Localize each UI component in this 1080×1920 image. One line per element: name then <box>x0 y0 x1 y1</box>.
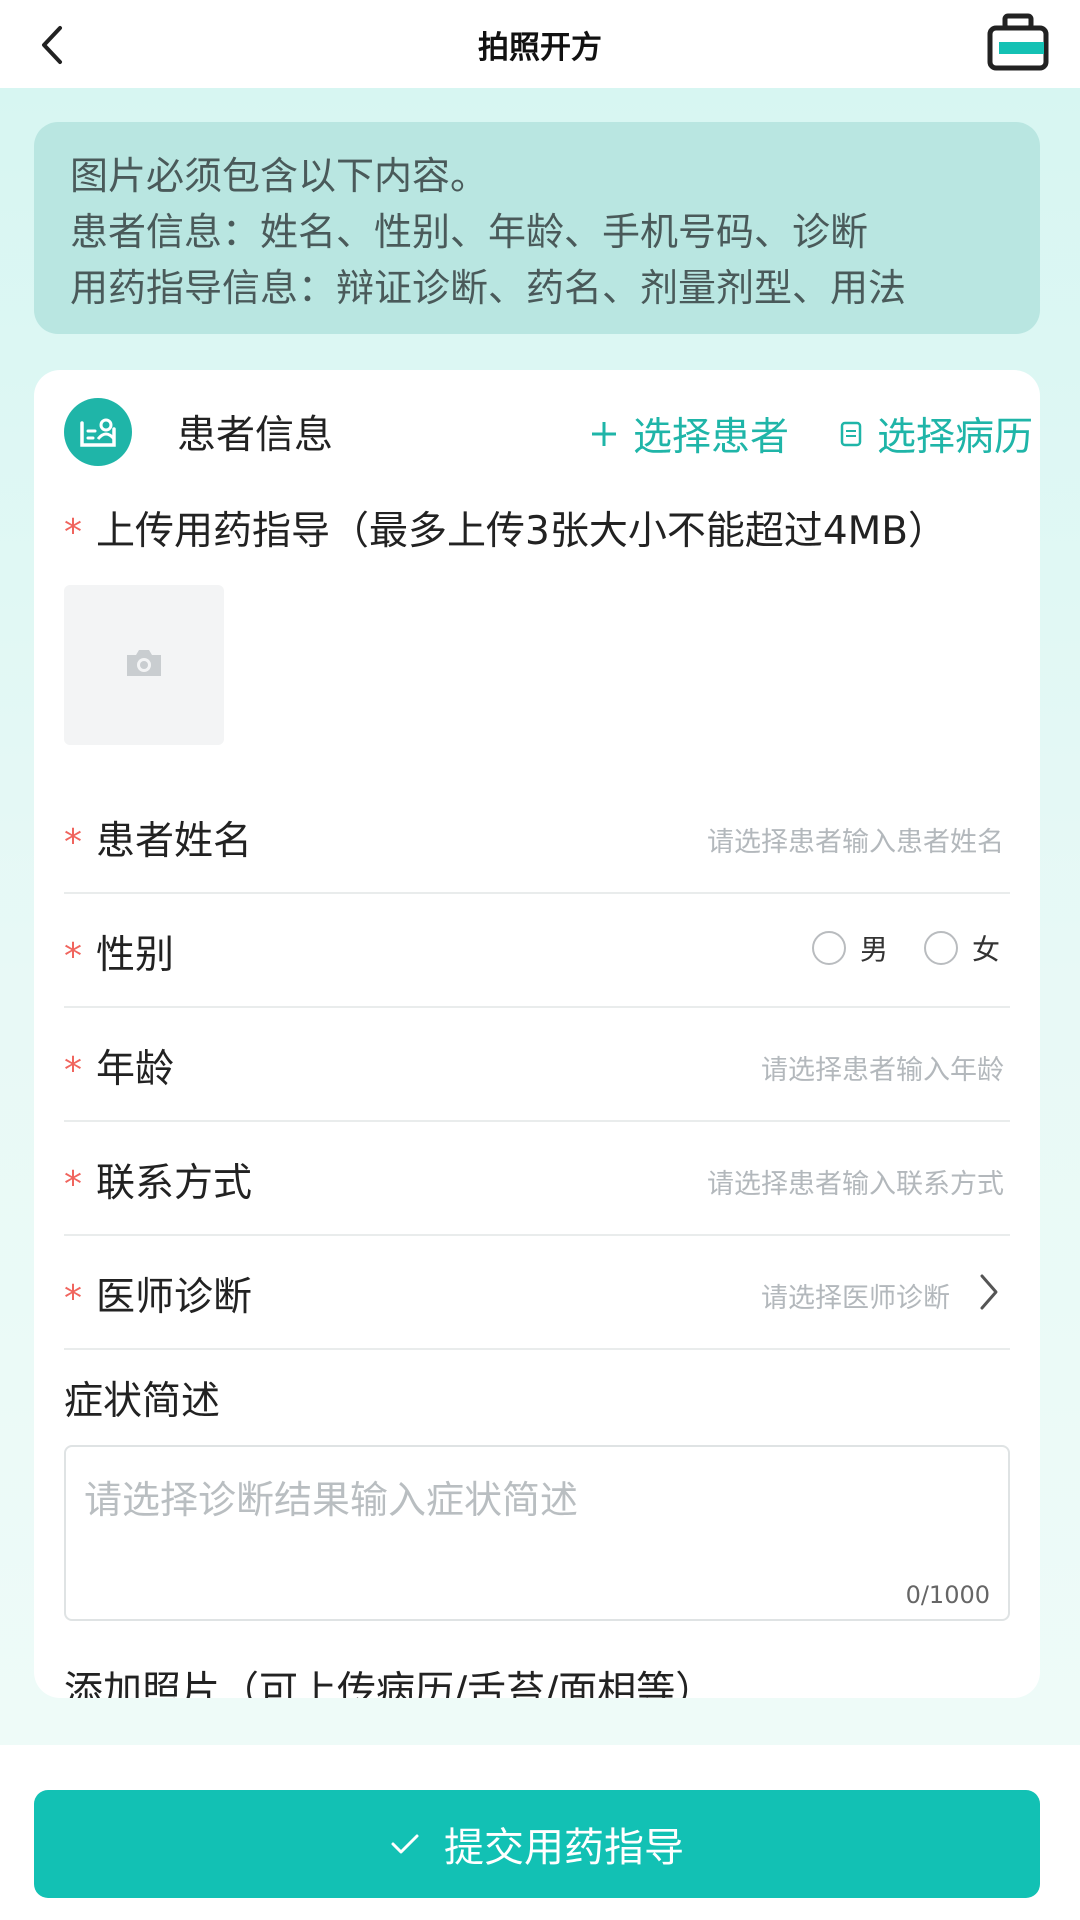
required-star: * <box>64 1278 82 1319</box>
plus-icon <box>589 419 619 449</box>
chevron-right-icon[interactable] <box>976 1272 1002 1316</box>
diagnosis-label: 医师诊断 <box>96 1275 253 1320</box>
contact-input[interactable]: 请选择患者输入联系方式 <box>707 1162 1004 1201</box>
required-star: * <box>64 512 82 553</box>
symptom-textarea[interactable]: 请选择诊断结果输入症状简述 0/1000 <box>64 1445 1010 1621</box>
check-icon <box>390 1832 420 1856</box>
notice-line: 用药指导信息：辩证诊断、药名、剂量剂型、用法 <box>70 266 907 310</box>
requirements-notice: 图片必须包含以下内容。 患者信息：姓名、性别、年龄、手机号码、诊断 用药指导信息… <box>34 122 1040 334</box>
section-title: 患者信息 <box>177 413 334 458</box>
gender-male-label[interactable]: 男 <box>860 928 888 968</box>
char-counter: 0/1000 <box>905 1581 990 1609</box>
patient-form-card: 患者信息 选择患者 选择病历 * 上传用药指导（最多上传3张大小不能超过4MB） … <box>34 370 1040 1698</box>
notice-line: 图片必须包含以下内容。 <box>70 154 489 198</box>
gender-options: 男 女 <box>811 928 1000 968</box>
upload-label: * 上传用药指导（最多上传3张大小不能超过4MB） <box>64 500 947 556</box>
select-record-button[interactable]: 选择病历 <box>839 406 1033 462</box>
patient-name-input[interactable]: 请选择患者输入患者姓名 <box>707 820 1004 859</box>
gender-female-label[interactable]: 女 <box>972 928 1000 968</box>
submit-button[interactable]: 提交用药指导 <box>34 1790 1040 1898</box>
symptom-placeholder: 请选择诊断结果输入症状简述 <box>84 1478 579 1522</box>
diagnosis-select[interactable]: 请选择医师诊断 <box>761 1276 950 1315</box>
gender-female-radio[interactable] <box>923 931 958 965</box>
required-star: * <box>64 1050 82 1091</box>
gender-row: * 性别 男 女 <box>64 894 1010 1008</box>
gender-male-radio[interactable] <box>811 931 846 965</box>
upload-label-text: 上传用药指导（最多上传3张大小不能超过4MB） <box>96 509 948 554</box>
page-title: 拍照开方 <box>478 30 602 66</box>
required-star: * <box>64 822 82 863</box>
age-input[interactable]: 请选择患者输入年龄 <box>761 1048 1004 1087</box>
select-patient-label: 选择患者 <box>633 415 790 460</box>
gender-label: 性别 <box>96 933 175 978</box>
notice-line: 患者信息：姓名、性别、年龄、手机号码、诊断 <box>70 210 869 254</box>
symptom-title: 症状简述 <box>64 1379 221 1424</box>
medicine-box-icon[interactable] <box>985 12 1051 74</box>
age-label: 年龄 <box>96 1047 175 1092</box>
patient-card-icon <box>64 398 132 466</box>
patient-name-row[interactable]: * 患者姓名 请选择患者输入患者姓名 <box>64 780 1010 894</box>
section-header: 患者信息 选择患者 选择病历 <box>64 398 1033 470</box>
camera-icon <box>123 646 165 684</box>
age-row[interactable]: * 年龄 请选择患者输入年龄 <box>64 1008 1010 1122</box>
patient-name-label: 患者姓名 <box>96 819 253 864</box>
select-record-label: 选择病历 <box>877 415 1034 460</box>
add-photos-title: 添加照片（可上传病历/舌苔/面相等） <box>64 1669 715 1698</box>
nav-bar: 拍照开方 <box>0 0 1080 88</box>
document-icon <box>839 420 863 448</box>
contact-label: 联系方式 <box>96 1161 253 1206</box>
required-star: * <box>64 1164 82 1205</box>
required-star: * <box>64 936 82 977</box>
contact-row[interactable]: * 联系方式 请选择患者输入联系方式 <box>64 1122 1010 1236</box>
bottom-bar: 提交用药指导 <box>0 1745 1080 1920</box>
upload-photo-button[interactable] <box>64 585 224 745</box>
diagnosis-row[interactable]: * 医师诊断 请选择医师诊断 <box>64 1236 1010 1350</box>
submit-label: 提交用药指导 <box>444 1825 684 1871</box>
select-patient-button[interactable]: 选择患者 <box>589 406 789 462</box>
